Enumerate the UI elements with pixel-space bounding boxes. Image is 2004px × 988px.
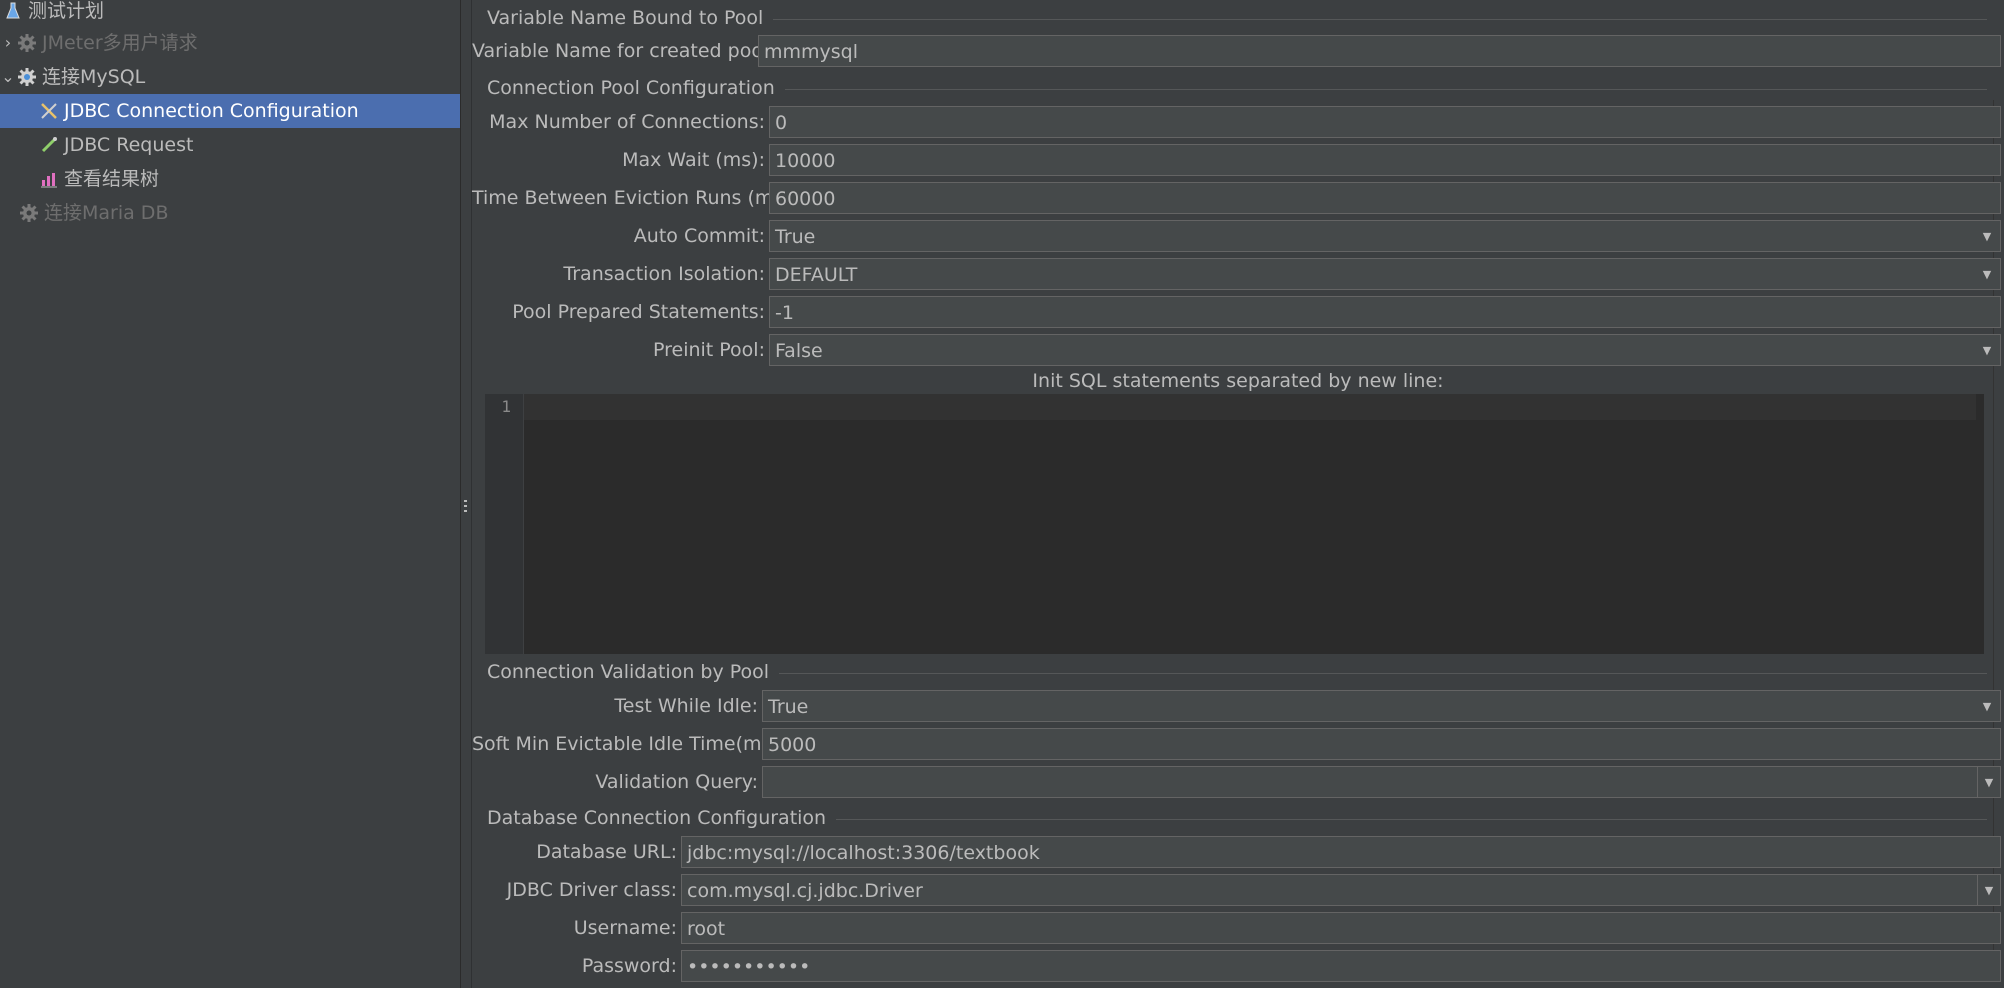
pool-variable-input[interactable]: mmmysql xyxy=(758,35,2001,67)
prepared-statements-label: Pool Prepared Statements: xyxy=(512,301,765,323)
current-line-highlight xyxy=(524,394,1976,420)
validation-query-combo[interactable]: ▼ xyxy=(762,766,2001,798)
transaction-isolation-select[interactable]: DEFAULT ▼ xyxy=(769,258,2001,290)
pool-variable-label: Variable Name for created pool: xyxy=(472,40,775,62)
flask-icon xyxy=(2,0,24,22)
prepared-statements-input[interactable]: -1 xyxy=(769,296,2001,328)
preinit-pool-select[interactable]: False ▼ xyxy=(769,334,2001,366)
chevron-down-icon[interactable]: ▼ xyxy=(1977,875,2000,905)
chevron-down-icon: ▼ xyxy=(1982,700,1992,713)
max-connections-label: Max Number of Connections: xyxy=(489,111,765,133)
chevron-right-icon[interactable]: › xyxy=(0,26,16,60)
jdbc-config-panel: Variable Name Bound to Pool Variable Nam… xyxy=(472,0,2004,988)
max-wait-input[interactable]: 10000 xyxy=(769,144,2001,176)
auto-commit-select[interactable]: True ▼ xyxy=(769,220,2001,252)
init-sql-caption: Init SQL statements separated by new lin… xyxy=(1032,370,1444,392)
chevron-down-icon: ▼ xyxy=(1982,268,1992,281)
transaction-isolation-label: Transaction Isolation: xyxy=(563,263,765,285)
database-url-label: Database URL: xyxy=(536,841,677,863)
test-plan-tree: 测试计划 › JMeter多用户请求 ⌄ 连接MySQL JDBC Connec… xyxy=(0,0,461,988)
password-label: Password: xyxy=(581,955,677,977)
chevron-down-icon: ▼ xyxy=(1982,344,1992,357)
validation-query-label: Validation Query: xyxy=(595,771,758,793)
tree-item-test-plan[interactable]: 测试计划 xyxy=(2,0,104,28)
section-variable-bound: Variable Name Bound to Pool xyxy=(487,5,1987,31)
username-input[interactable]: root xyxy=(681,912,2001,944)
pipette-icon xyxy=(38,134,60,156)
chart-icon xyxy=(38,168,60,190)
jdbc-driver-combo[interactable]: com.mysql.cj.jdbc.Driver ▼ xyxy=(681,874,2001,906)
password-input[interactable]: ••••••••••• xyxy=(681,950,2001,982)
tree-item-jdbc-request[interactable]: JDBC Request xyxy=(38,128,193,162)
preinit-pool-label: Preinit Pool: xyxy=(652,339,765,361)
section-pool-config: Connection Pool Configuration xyxy=(487,75,1987,101)
chevron-down-icon[interactable]: ▼ xyxy=(1977,767,2000,797)
test-while-idle-label: Test While Idle: xyxy=(614,695,758,717)
wrench-icon xyxy=(38,100,60,122)
gear-icon xyxy=(16,32,38,54)
chevron-down-icon: ▼ xyxy=(1982,230,1992,243)
eviction-runs-label: Time Between Eviction Runs (ms): xyxy=(472,187,798,209)
line-number-gutter xyxy=(485,394,524,654)
tree-item-jdbc-connection-configuration[interactable]: JDBC Connection Configuration xyxy=(0,94,460,128)
soft-min-idle-input[interactable]: 5000 xyxy=(762,728,2001,760)
max-wait-label: Max Wait (ms): xyxy=(622,149,765,171)
max-connections-input[interactable]: 0 xyxy=(769,106,2001,138)
jdbc-driver-label: JDBC Driver class: xyxy=(506,879,677,901)
tree-item-connect-mysql[interactable]: ⌄ 连接MySQL xyxy=(0,60,145,94)
line-number: 1 xyxy=(501,397,511,416)
tree-item-connect-maria-db[interactable]: 连接Maria DB xyxy=(18,196,168,230)
auto-commit-label: Auto Commit: xyxy=(633,225,765,247)
gear-icon xyxy=(16,66,38,88)
section-database: Database Connection Configuration xyxy=(487,805,1987,831)
database-url-input[interactable]: jdbc:mysql://localhost:3306/textbook xyxy=(681,836,2001,868)
test-while-idle-select[interactable]: True ▼ xyxy=(762,690,2001,722)
gear-icon xyxy=(18,202,40,224)
section-validation: Connection Validation by Pool xyxy=(487,659,1987,685)
tree-item-view-results-tree[interactable]: 查看结果树 xyxy=(38,162,159,196)
chevron-down-icon[interactable]: ⌄ xyxy=(0,60,16,94)
tree-item-jmeter-multi-user[interactable]: › JMeter多用户请求 xyxy=(0,26,198,60)
eviction-runs-input[interactable]: 60000 xyxy=(769,182,2001,214)
soft-min-idle-label: Soft Min Evictable Idle Time(ms): xyxy=(472,733,786,755)
username-label: Username: xyxy=(573,917,677,939)
init-sql-editor[interactable]: 1 xyxy=(485,394,1984,654)
panel-splitter[interactable] xyxy=(461,0,472,988)
grip-icon xyxy=(464,500,467,514)
